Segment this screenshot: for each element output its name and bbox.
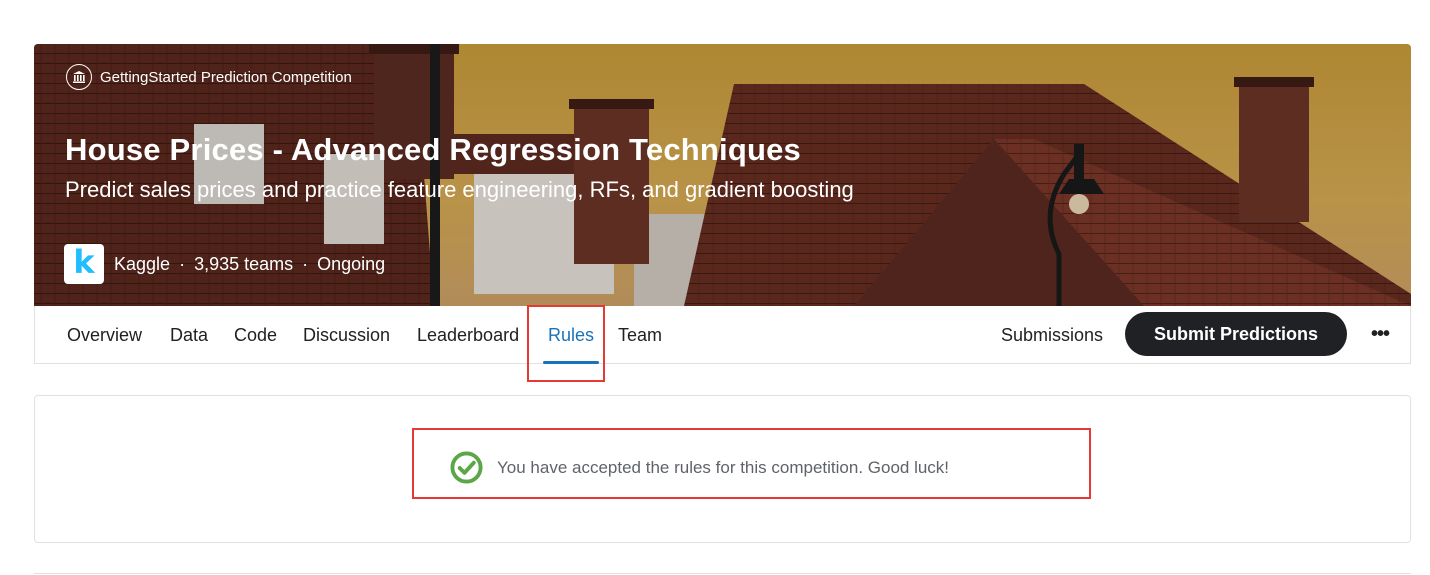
- competition-nav: Overview Data Code Discussion Leaderboar…: [34, 306, 1411, 364]
- competition-host-info: k Kaggle · 3,935 teams · Ongoing: [64, 244, 385, 284]
- tab-overview[interactable]: Overview: [67, 325, 142, 346]
- divider: [34, 573, 1411, 574]
- rules-accepted-notice: You have accepted the rules for this com…: [450, 451, 949, 484]
- kaggle-logo[interactable]: k: [64, 244, 104, 284]
- tab-discussion[interactable]: Discussion: [303, 325, 390, 346]
- competition-title: House Prices - Advanced Regression Techn…: [65, 132, 802, 167]
- competition-status: Ongoing: [317, 253, 386, 274]
- teams-count: 3,935 teams: [194, 253, 294, 274]
- rules-tab-highlight: [527, 305, 605, 382]
- tab-leaderboard[interactable]: Leaderboard: [417, 325, 519, 346]
- competition-subtitle: Predict sales prices and practice featur…: [65, 177, 854, 202]
- competition-type-tag: GettingStarted Prediction Competition: [66, 64, 352, 90]
- museum-icon: [66, 64, 92, 90]
- host-name[interactable]: Kaggle: [114, 254, 170, 275]
- competition-type-label: GettingStarted Prediction Competition: [100, 68, 352, 86]
- tab-data[interactable]: Data: [170, 325, 208, 346]
- more-options-icon[interactable]: •••: [1367, 322, 1393, 346]
- submissions-link[interactable]: Submissions: [1001, 325, 1103, 346]
- submit-predictions-button[interactable]: Submit Predictions: [1125, 312, 1347, 356]
- competition-banner: GettingStarted Prediction Competition Ho…: [34, 44, 1411, 306]
- tab-code[interactable]: Code: [234, 325, 277, 346]
- separator-dot: ·: [179, 253, 186, 274]
- check-circle-icon: [450, 451, 483, 484]
- separator-dot: ·: [302, 253, 309, 274]
- tab-team[interactable]: Team: [618, 325, 662, 346]
- notice-message: You have accepted the rules for this com…: [497, 457, 950, 477]
